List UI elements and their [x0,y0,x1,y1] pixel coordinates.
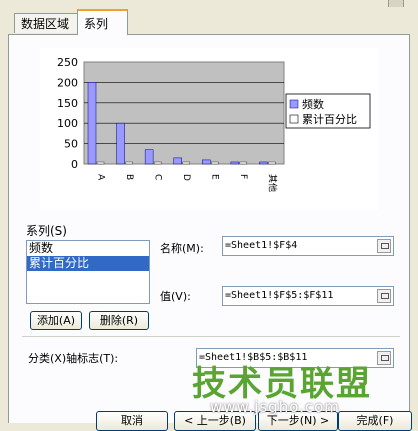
value-field[interactable]: =Sheet1!$F$5:$F$11 [222,286,394,306]
name-label: 名称(M): [160,242,204,255]
series-item-cumulative[interactable]: 累计百分比 [27,256,149,271]
range-picker-icon[interactable] [377,239,391,253]
series-list[interactable]: 频数 累计百分比 [26,240,150,304]
legend-swatch-cumulative [289,114,299,124]
bar-frequency [144,149,154,165]
plot-area [83,61,285,165]
bar-frequency [116,122,125,165]
name-field[interactable]: =Sheet1!$F$4 [222,236,394,256]
bar-cumulative [211,161,219,165]
add-series-button[interactable]: 添加(A) [30,311,82,330]
name-field-value: =Sheet1!$F$4 [225,240,298,251]
y-tick-label: 150 [57,97,78,110]
y-tick-label: 100 [57,117,78,130]
value-field-value: =Sheet1!$F$5:$F$11 [225,290,334,301]
x-tick-label: B [124,174,134,180]
x-tick-label: E [210,174,220,180]
bar-cumulative [268,161,276,165]
bar-frequency [230,161,240,165]
x-tick-label: 其他 [267,174,279,192]
chart-svg: 250 200 150 100 50 0 A B C D E F 其他 频数累计百分比 [57,56,371,192]
bar-frequency [259,161,268,165]
watermark: 技术员联盟 www.jsgho.com [192,356,402,420]
legend-swatch-frequency [289,99,299,109]
bar-cumulative [125,161,133,165]
bar-cumulative [153,161,162,165]
x-tick-label: F [238,174,248,179]
legend-label-cumulative: 累计百分比 [302,113,357,126]
bar-cumulative [182,161,190,165]
window-control[interactable] [388,0,404,7]
legend-label-frequency: 频数 [302,97,324,111]
bar-frequency [173,157,182,165]
range-picker-icon[interactable] [377,289,391,303]
value-label: 值(V): [160,290,191,303]
y-tick-label: 200 [57,76,78,89]
y-tick-label: 0 [71,158,78,171]
bar-frequency [202,159,211,165]
bar-frequency [87,82,97,165]
title-bar [0,0,418,7]
y-tick-label: 250 [57,56,78,69]
delete-series-button[interactable]: 删除(R) [89,311,149,330]
x-tick-label: A [95,174,105,181]
x-tick-label: C [152,174,162,180]
y-tick-label: 50 [64,138,78,151]
bar-cumulative [239,161,248,165]
divider [22,336,400,337]
watermark-site: www.jsgho.com [210,398,340,416]
x-tick-label: D [181,174,191,181]
tab-data-range[interactable]: 数据区域 [14,13,79,33]
tab-series[interactable]: 系列 [77,9,128,35]
series-item-frequency[interactable]: 频数 [27,241,149,256]
category-axis-label: 分类(X)轴标志(T): [28,352,119,365]
bar-cumulative [96,161,105,165]
chart-preview: 250 200 150 100 50 0 A B C D E F 其他 频数累计百分比 [40,48,378,210]
cancel-button[interactable]: 取消 [96,411,168,431]
series-list-label: 系列(S) [26,224,67,238]
